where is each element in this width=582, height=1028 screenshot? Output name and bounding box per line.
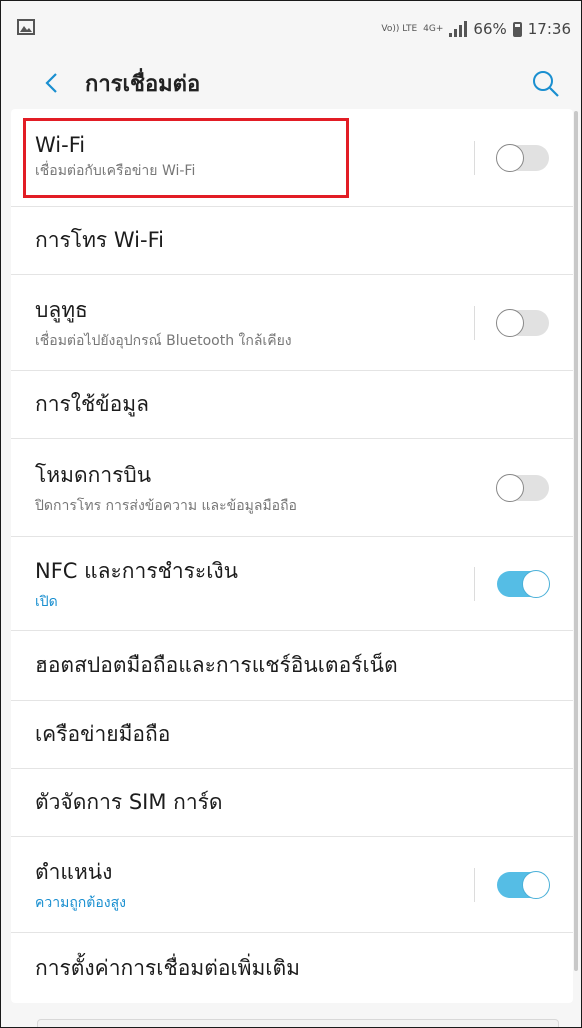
battery-percent: 66% xyxy=(473,20,507,38)
search-icon[interactable] xyxy=(531,69,561,99)
item-subtitle: ปิดการโทร การส่งข้อความ และข้อมูลมือถือ xyxy=(35,497,297,514)
location-toggle[interactable] xyxy=(497,870,550,899)
divider xyxy=(474,867,475,902)
list-item-mobile-networks[interactable]: เครือข่ายมือถือ xyxy=(11,701,573,769)
list-item-wifi[interactable]: Wi-Fi เชื่อมต่อกับเครือข่าย Wi-Fi xyxy=(11,109,573,207)
divider xyxy=(474,140,475,175)
next-card xyxy=(37,1019,559,1027)
gallery-notification-icon xyxy=(17,19,35,39)
list-item-nfc[interactable]: NFC และการชำระเงิน เปิด xyxy=(11,537,573,631)
bluetooth-toggle[interactable] xyxy=(496,308,549,337)
item-title: โหมดการบิน xyxy=(35,462,152,487)
item-title: การตั้งค่าการเชื่อมต่อเพิ่มเติม xyxy=(35,955,300,980)
wifi-toggle[interactable] xyxy=(496,143,549,172)
scrollbar[interactable] xyxy=(574,111,578,971)
item-subtitle: เชื่อมต่อไปยังอุปกรณ์ Bluetooth ใกล้เคีย… xyxy=(35,332,292,349)
list-item-more-connection-settings[interactable]: การตั้งค่าการเชื่อมต่อเพิ่มเติม xyxy=(11,933,573,1003)
status-indicators: Vo)) LTE 4G+ 66% 17:36 xyxy=(381,20,571,38)
divider xyxy=(474,566,475,601)
screen: Vo)) LTE 4G+ 66% 17:36 การเชื่อมต่อ Wi-F… xyxy=(0,0,582,1028)
signal-icon xyxy=(449,21,468,37)
item-title: การใช้ข้อมูล xyxy=(35,392,149,416)
volte-icon: Vo)) LTE xyxy=(381,23,418,34)
item-title: เครือข่ายมือถือ xyxy=(35,722,171,746)
list-item-wifi-calling[interactable]: การโทร Wi-Fi xyxy=(11,207,573,275)
item-title: ตำแหน่ง xyxy=(35,859,113,884)
item-title: ฮอตสปอตมือถือและการแชร์อินเตอร์เน็ต xyxy=(35,653,398,677)
list-item-location[interactable]: ตำแหน่ง ความถูกต้องสูง xyxy=(11,837,573,933)
list-item-bluetooth[interactable]: บลูทูธ เชื่อมต่อไปยังอุปกรณ์ Bluetooth ใ… xyxy=(11,275,573,371)
nfc-toggle[interactable] xyxy=(497,569,550,598)
status-bar: Vo)) LTE 4G+ 66% 17:36 xyxy=(1,1,581,57)
list-item-airplane-mode[interactable]: โหมดการบิน ปิดการโทร การส่งข้อความ และข้… xyxy=(11,439,573,537)
item-title: การโทร Wi-Fi xyxy=(35,228,164,252)
item-status: ความถูกต้องสูง xyxy=(35,894,126,911)
page-title: การเชื่อมต่อ xyxy=(85,71,201,97)
list-item-hotspot[interactable]: ฮอตสปอตมือถือและการแชร์อินเตอร์เน็ต xyxy=(11,631,573,701)
item-status: เปิด xyxy=(35,593,58,610)
item-subtitle: เชื่อมต่อกับเครือข่าย Wi-Fi xyxy=(35,163,196,179)
clock: 17:36 xyxy=(527,20,571,38)
app-bar: การเชื่อมต่อ xyxy=(1,57,581,109)
list-item-sim-manager[interactable]: ตัวจัดการ SIM การ์ด xyxy=(11,769,573,837)
back-icon[interactable] xyxy=(39,71,63,95)
airplane-mode-toggle[interactable] xyxy=(496,473,549,502)
battery-icon xyxy=(512,21,522,37)
divider xyxy=(474,305,475,340)
item-title: NFC และการชำระเงิน xyxy=(35,558,238,583)
item-title: ตัวจัดการ SIM การ์ด xyxy=(35,790,223,814)
item-title: Wi-Fi xyxy=(35,133,86,157)
settings-list: Wi-Fi เชื่อมต่อกับเครือข่าย Wi-Fi การโทร… xyxy=(11,109,573,1003)
item-title: บลูทูธ xyxy=(35,297,88,322)
list-item-data-usage[interactable]: การใช้ข้อมูล xyxy=(11,371,573,439)
network-type-icon: 4G+ xyxy=(423,23,444,34)
